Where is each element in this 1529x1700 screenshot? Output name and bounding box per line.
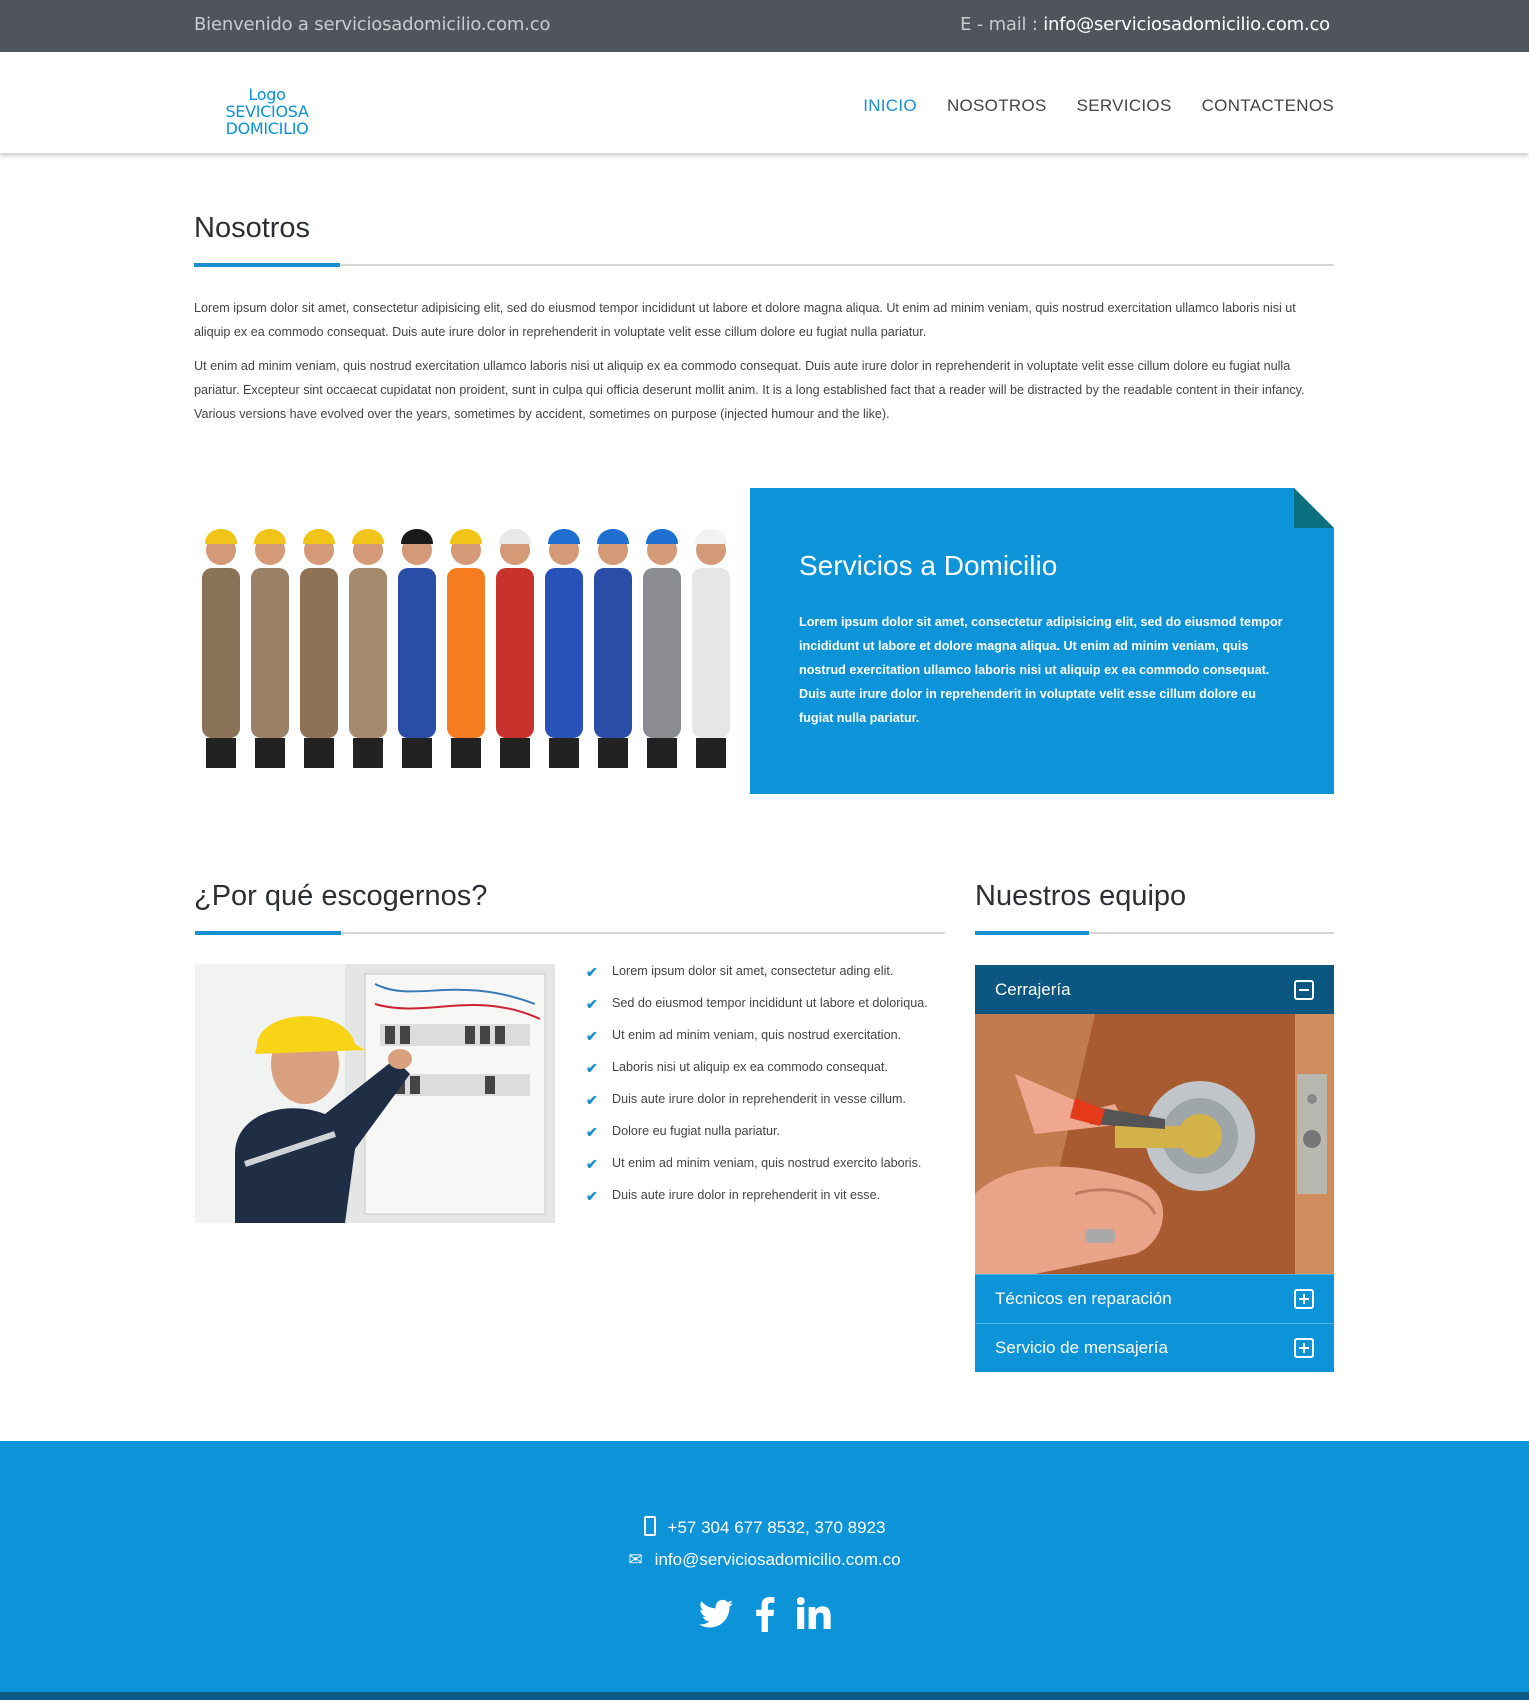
about-divider-accent bbox=[194, 263, 340, 267]
check-icon: ✔ bbox=[586, 1092, 598, 1108]
why-title: ¿Por qué escogernos? bbox=[194, 880, 488, 912]
check-icon: ✔ bbox=[586, 1188, 598, 1204]
team-section: Nuestros equipo bbox=[975, 880, 1334, 913]
envelope-icon: ✉ bbox=[628, 1550, 643, 1569]
nav-servicios[interactable]: SERVICIOS bbox=[1077, 96, 1172, 116]
expand-icon[interactable] bbox=[1294, 1338, 1314, 1358]
about-divider bbox=[194, 263, 1334, 267]
list-item: ✔ Duis aute irure dolor in reprehenderit … bbox=[586, 1188, 928, 1220]
list-item-text: Lorem ipsum dolor sit amet, consectetur … bbox=[612, 964, 894, 978]
nav-nosotros[interactable]: NOSOTROS bbox=[947, 96, 1047, 116]
social-links bbox=[0, 1596, 1529, 1639]
services-title: Servicios a Domicilio bbox=[799, 550, 1058, 581]
welcome-text: Bienvenido a serviciosadomicilio.com.co bbox=[194, 14, 551, 35]
list-item-text: Ut enim ad minim veniam, quis nostrud ex… bbox=[612, 1028, 902, 1042]
about-paragraph-2: Ut enim ad minim veniam, quis nostrud ex… bbox=[194, 359, 1305, 421]
list-item-text: Duis aute irure dolor in reprehenderit i… bbox=[612, 1092, 906, 1106]
benefits-list: ✔ Lorem ipsum dolor sit amet, consectetur… bbox=[586, 964, 928, 1220]
locksmith-illustration bbox=[975, 1014, 1334, 1274]
list-item-text: Dolore eu fugiat nulla pariatur. bbox=[612, 1124, 781, 1138]
check-icon: ✔ bbox=[586, 1060, 598, 1076]
corner-fold bbox=[1294, 488, 1334, 528]
top-bar: Bienvenido a serviciosadomicilio.com.co … bbox=[0, 0, 1529, 52]
nav-contactenos[interactable]: CONTACTENOS bbox=[1202, 96, 1334, 116]
collapse-icon[interactable] bbox=[1294, 979, 1314, 1000]
electrician-illustration bbox=[195, 964, 555, 1223]
list-item-text: Sed do eiusmod tempor incididunt ut labo… bbox=[612, 996, 928, 1010]
email-label: E - mail : bbox=[960, 14, 1044, 35]
nav-inicio[interactable]: INICIO bbox=[863, 96, 917, 116]
workers-image bbox=[194, 488, 750, 793]
services-text: Lorem ipsum dolor sit amet, consectetur … bbox=[799, 615, 1283, 725]
site-logo[interactable]: Logo SEVICIOSA DOMICILIO bbox=[205, 86, 329, 137]
check-icon: ✔ bbox=[586, 996, 598, 1012]
check-icon: ✔ bbox=[586, 1156, 598, 1172]
why-divider-accent bbox=[195, 931, 341, 935]
footer-email: ✉ info@serviciosadomicilio.com.co bbox=[0, 1550, 1529, 1570]
site-footer: +57 304 677 8532, 370 8923 ✉ info@servici… bbox=[0, 1441, 1529, 1700]
accordion-tecnicos[interactable]: Técnicos en reparación bbox=[975, 1274, 1334, 1323]
about-paragraph-1: Lorem ipsum dolor sit amet, consectetur … bbox=[194, 301, 1296, 339]
accordion-label: Servicio de mensajería bbox=[995, 1338, 1168, 1357]
phone-text[interactable]: +57 304 677 8532, 370 8923 bbox=[668, 1518, 886, 1537]
list-item: ✔ Ut enim ad minim veniam, quis nostrud e… bbox=[586, 1156, 928, 1188]
team-title: Nuestros equipo bbox=[975, 880, 1187, 912]
check-icon: ✔ bbox=[586, 964, 598, 980]
main-nav: INICIO NOSOTROS SERVICIOS CONTACTENOS bbox=[863, 96, 1334, 116]
list-item: ✔ Sed do eiusmod tempor incididunt ut lab… bbox=[586, 996, 928, 1028]
email-contact: E - mail : info@serviciosadomicilio.com.… bbox=[960, 14, 1330, 35]
team-divider-accent bbox=[975, 931, 1089, 935]
phone-icon bbox=[643, 1516, 656, 1536]
workers-illustration bbox=[194, 488, 750, 793]
about-title: Nosotros bbox=[194, 212, 311, 244]
team-accordion: Cerrajería Técnicos en reparación Servic… bbox=[975, 965, 1334, 1372]
twitter-icon[interactable] bbox=[698, 1596, 733, 1639]
locksmith-image bbox=[975, 1014, 1334, 1274]
footer-phone: +57 304 677 8532, 370 8923 bbox=[0, 1516, 1529, 1538]
why-divider bbox=[195, 931, 945, 935]
list-item-text: Ut enim ad minim veniam, quis nostrud ex… bbox=[612, 1156, 922, 1170]
team-divider bbox=[975, 931, 1334, 935]
accordion-mensajeria[interactable]: Servicio de mensajería bbox=[975, 1323, 1334, 1372]
list-item-text: Duis aute irure dolor in reprehenderit i… bbox=[612, 1188, 881, 1202]
list-item: ✔ Ut enim ad minim veniam, quis nostrud e… bbox=[586, 1028, 928, 1060]
expand-icon[interactable] bbox=[1294, 1289, 1314, 1309]
site-header: Logo SEVICIOSA DOMICILIO INICIO NOSOTROS… bbox=[0, 52, 1529, 153]
list-item: ✔ Lorem ipsum dolor sit amet, consectetur… bbox=[586, 964, 928, 996]
accordion-label: Cerrajería bbox=[995, 979, 1071, 999]
facebook-icon[interactable] bbox=[755, 1596, 775, 1639]
services-panel: Servicios a Domicilio Lorem ipsum dolor … bbox=[750, 488, 1334, 794]
check-icon: ✔ bbox=[586, 1124, 598, 1140]
footer-bottom-strip bbox=[0, 1692, 1529, 1700]
list-item-text: Laboris nisi ut aliquip ex ea commodo co… bbox=[612, 1060, 888, 1074]
about-section: Nosotros bbox=[194, 212, 1334, 245]
accordion-label: Técnicos en reparación bbox=[995, 1289, 1172, 1308]
accordion-cerrajeria[interactable]: Cerrajería bbox=[975, 965, 1334, 1014]
email-link[interactable]: info@serviciosadomicilio.com.co bbox=[1043, 14, 1330, 35]
list-item: ✔ Dolore eu fugiat nulla pariatur. bbox=[586, 1124, 928, 1156]
why-section: ¿Por qué escogernos? bbox=[194, 880, 944, 913]
list-item: ✔ Laboris nisi ut aliquip ex ea commodo c… bbox=[586, 1060, 928, 1092]
electrician-image bbox=[195, 964, 555, 1223]
linkedin-icon[interactable] bbox=[796, 1596, 831, 1639]
check-icon: ✔ bbox=[586, 1028, 598, 1044]
list-item: ✔ Duis aute irure dolor in reprehenderit … bbox=[586, 1092, 928, 1124]
footer-email-text[interactable]: info@serviciosadomicilio.com.co bbox=[655, 1550, 901, 1569]
